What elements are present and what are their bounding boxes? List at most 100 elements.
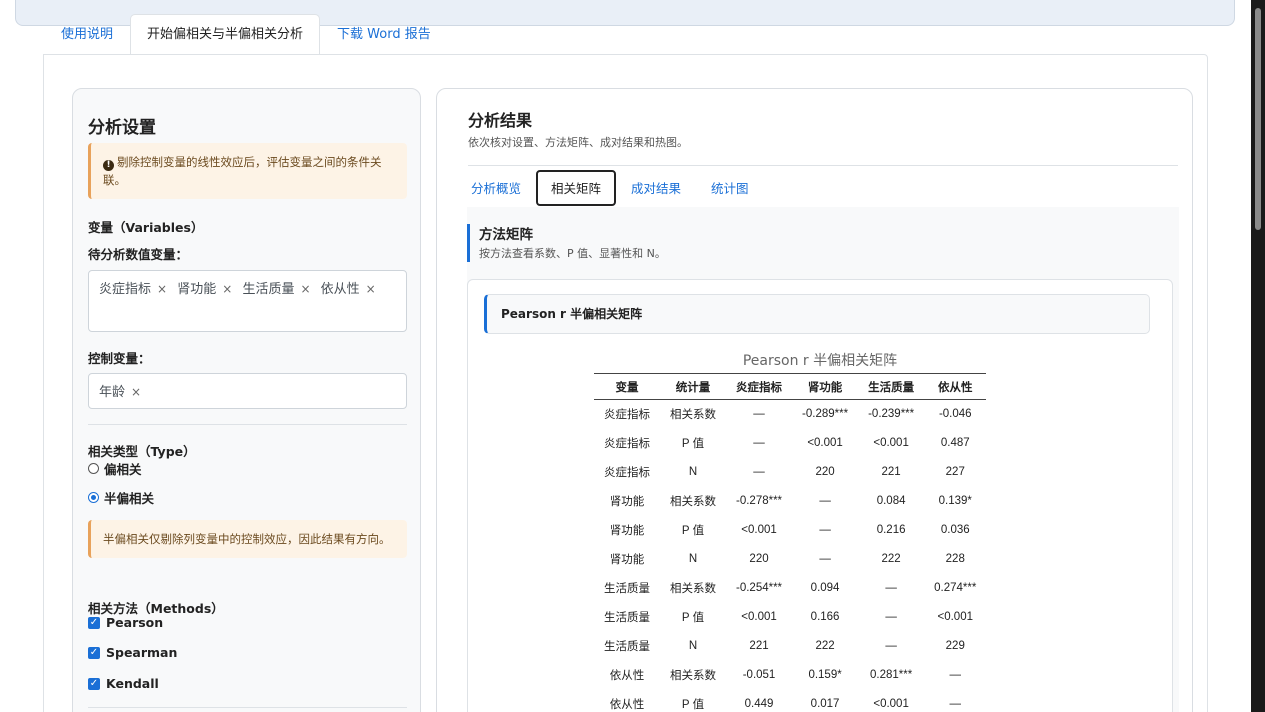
table-header-cell: 生活质量 xyxy=(858,373,925,400)
table-cell: 227 xyxy=(945,466,965,478)
chip-label: 依从性 xyxy=(320,282,360,297)
table-cell: -0.046 xyxy=(938,408,972,421)
table-cell: 炎症指标 xyxy=(604,409,650,422)
table-cell: — xyxy=(949,698,962,710)
table-cell: 222 xyxy=(881,553,901,565)
table-cell: 生活质量 xyxy=(604,583,650,595)
table-row: 肾功能 N 220 — 222 228 xyxy=(594,545,986,574)
radio-partial[interactable]: 偏相关 xyxy=(88,459,142,478)
results-subtabs: 分析概览 相关矩阵 成对结果 统计图 xyxy=(467,170,764,206)
table-cell: P 值 xyxy=(681,525,705,537)
table-cell: 221 xyxy=(749,640,769,652)
remove-icon[interactable]: × xyxy=(366,282,376,296)
table-cell: 依从性 xyxy=(609,670,645,682)
table-cell: 0.036 xyxy=(940,524,970,536)
remove-icon[interactable]: × xyxy=(300,282,310,296)
table-cell: — xyxy=(753,408,765,421)
settings-notice-text: 剔除控制变量的线性效应后，评估变量之间的条件关联。 xyxy=(103,155,382,187)
table-cell: 220 xyxy=(749,553,769,565)
table-cell: 炎症指标 xyxy=(604,467,650,479)
method-pearson[interactable]: ✓ Pearson xyxy=(88,615,163,630)
chip-label: 肾功能 xyxy=(177,282,217,297)
divider xyxy=(468,165,1178,166)
table-cell: 相关系数 xyxy=(670,583,716,595)
table-cell: <0.001 xyxy=(873,437,909,449)
table-cell: -0.254*** xyxy=(736,582,783,594)
method-label: Spearman xyxy=(106,645,178,660)
table-cell: N xyxy=(688,640,698,652)
tab-download-report[interactable]: 下载 Word 报告 xyxy=(320,14,448,55)
radio-label: 偏相关 xyxy=(104,462,142,477)
numeric-vars-select[interactable]: 炎症指标 × 肾功能 × 生活质量 × 依从性 × xyxy=(88,270,407,332)
table-cell: — xyxy=(819,524,831,536)
checkbox-checked-icon[interactable]: ✓ xyxy=(88,677,100,690)
table-header-cell: 依从性 xyxy=(924,373,987,400)
table-cell: 肾功能 xyxy=(609,554,645,566)
scrollbar[interactable] xyxy=(1251,0,1265,712)
checkbox-checked-icon[interactable]: ✓ xyxy=(88,616,100,629)
table-cell: 肾功能 xyxy=(609,496,645,508)
results-title: 分析结果 xyxy=(468,111,533,130)
table-cell: <0.001 xyxy=(741,524,777,536)
results-panel: 分析结果 依次核对设置、方法矩阵、成对结果和热图。 分析概览 相关矩阵 成对结果… xyxy=(436,88,1193,712)
table-header-cell: 肾功能 xyxy=(792,373,859,400)
table-row: 生活质量 相关系数 -0.254*** 0.094 — 0.274*** xyxy=(594,574,986,603)
table-row: 生活质量 N 221 222 — 229 xyxy=(594,632,986,661)
checkbox-checked-icon[interactable]: ✓ xyxy=(88,646,100,659)
table-cell: 0.017 xyxy=(810,698,840,710)
variables-heading: 变量（Variables） xyxy=(88,220,204,235)
table-cell: 0.094 xyxy=(810,582,840,594)
tab-instructions[interactable]: 使用说明 xyxy=(44,14,130,55)
section-subtitle: 按方法查看系数、P 值、显著性和 N。 xyxy=(479,247,666,260)
radio-icon[interactable] xyxy=(88,463,99,474)
chip-label: 生活质量 xyxy=(242,282,295,297)
table-cell: — xyxy=(885,640,897,652)
table-cell: 相关系数 xyxy=(670,496,716,508)
subtab-pairwise[interactable]: 成对结果 xyxy=(616,170,696,206)
table-cell: 0.281*** xyxy=(870,669,913,681)
subtab-overview[interactable]: 分析概览 xyxy=(467,170,536,206)
control-vars-select[interactable]: 年龄 × xyxy=(88,373,407,409)
remove-icon[interactable]: × xyxy=(131,385,141,399)
tab-start-analysis[interactable]: 开始偏相关与半偏相关分析 xyxy=(130,14,321,55)
divider xyxy=(88,424,407,425)
table-row: 生活质量 P 值 <0.001 0.166 — <0.001 xyxy=(594,603,986,632)
chip-label: 年龄 xyxy=(99,385,126,400)
settings-title: 分析设置 xyxy=(88,118,156,138)
table-cell: N xyxy=(688,466,698,478)
matrix-card: Pearson r 半偏相关矩阵 Pearson r 半偏相关矩阵 变量 统计量炎… xyxy=(467,279,1173,712)
table-cell: 炎症指标 xyxy=(604,438,650,450)
table-cell: 0.084 xyxy=(876,495,906,507)
table-cell: — xyxy=(753,466,765,478)
subtab-matrix[interactable]: 相关矩阵 xyxy=(536,170,617,206)
method-spearman[interactable]: ✓ Spearman xyxy=(88,645,177,660)
method-kendall[interactable]: ✓ Kendall xyxy=(88,676,159,691)
matrix-table: 变量 统计量 炎症指标 肾功能 生活质量 依从性 炎症指标 相关系数 — -0.289*** -0… xyxy=(594,373,987,712)
chip-var-adherence: 依从性 × xyxy=(321,277,376,302)
table-cell: 0.139* xyxy=(938,495,972,507)
table-cell: — xyxy=(753,437,765,449)
radio-selected-icon[interactable] xyxy=(88,492,99,503)
table-cell: 0.159* xyxy=(808,669,842,681)
section-title: 方法矩阵 xyxy=(479,227,533,243)
main-tabs: 使用说明 开始偏相关与半偏相关分析 下载 Word 报告 xyxy=(44,14,448,55)
radio-semipartial[interactable]: 半偏相关 xyxy=(88,488,154,507)
subtab-charts[interactable]: 统计图 xyxy=(696,170,764,206)
table-cell: 229 xyxy=(945,640,965,652)
table-cell: <0.001 xyxy=(741,611,777,623)
table-row: 炎症指标 P 值 — <0.001 <0.001 0.487 xyxy=(594,429,986,458)
remove-icon[interactable]: × xyxy=(157,282,167,296)
table-cell: — xyxy=(885,582,897,594)
table-cell: 相关系数 xyxy=(670,670,716,682)
table-row: 肾功能 相关系数 -0.278*** — 0.084 0.139* xyxy=(594,487,986,516)
table-row: 肾功能 P 值 <0.001 — 0.216 0.036 xyxy=(594,516,986,545)
table-cell: 相关系数 xyxy=(670,409,716,422)
table-cell: 0.487 xyxy=(940,437,970,449)
scrollbar-thumb[interactable] xyxy=(1255,8,1261,230)
results-subtitle: 依次核对设置、方法矩阵、成对结果和热图。 xyxy=(468,136,688,149)
remove-icon[interactable]: × xyxy=(222,282,232,296)
chip-var-inflammation: 炎症指标 × xyxy=(99,277,167,302)
chip-var-renal: 肾功能 × xyxy=(177,277,232,302)
matrix-caption: Pearson r 半偏相关矩阵 xyxy=(742,353,898,369)
table-cell: 0.166 xyxy=(810,611,840,623)
